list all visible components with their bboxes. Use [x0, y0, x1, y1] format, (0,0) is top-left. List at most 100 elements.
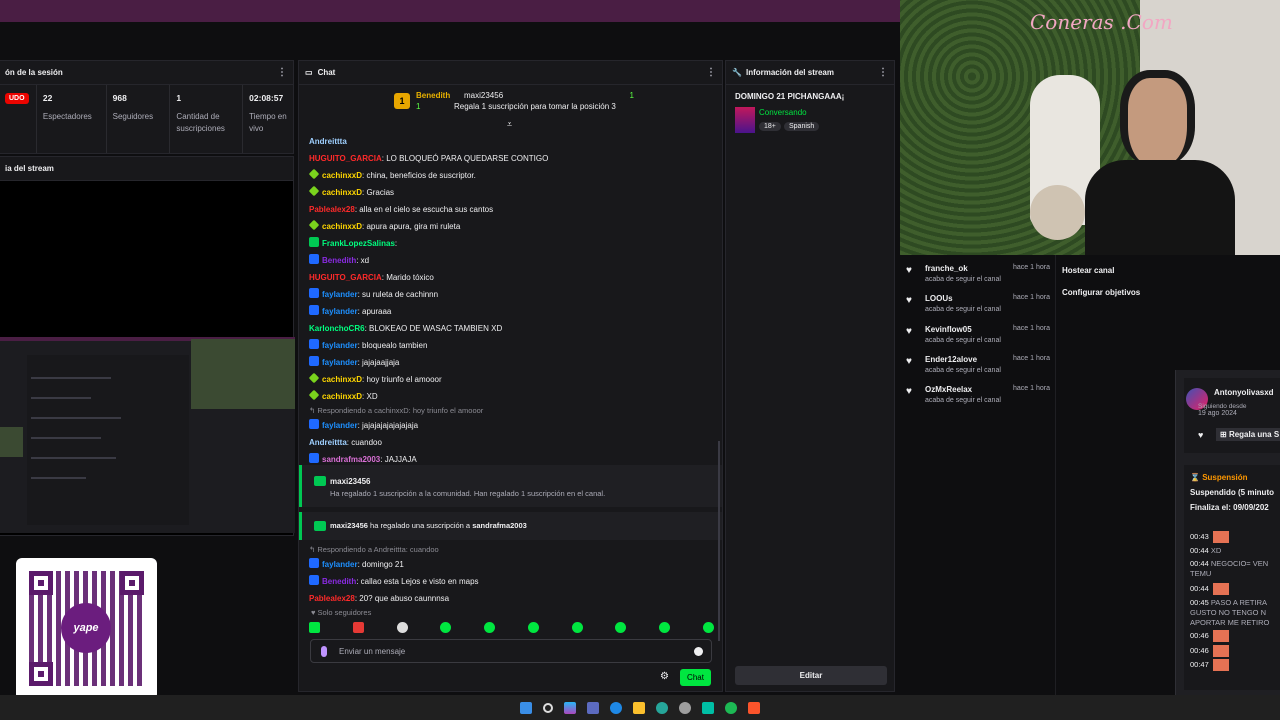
host-channel-action[interactable]: Hostear canal: [1062, 266, 1114, 275]
chat-scrollbar[interactable]: [718, 441, 720, 641]
chat-username[interactable]: cachinxxD: [322, 375, 362, 384]
gift-badge-icon[interactable]: [309, 237, 319, 247]
chrome-icon[interactable]: [656, 701, 668, 714]
send-chat-button[interactable]: Chat: [680, 669, 711, 686]
search-icon[interactable]: [543, 702, 553, 713]
chat-options-icon[interactable]: ⋮: [706, 67, 716, 78]
emote-icon[interactable]: [396, 622, 408, 633]
prime-badge-icon[interactable]: [309, 356, 319, 366]
following-since-date: 19 ago 2024: [1198, 410, 1237, 417]
chat-username[interactable]: faylander: [322, 307, 358, 316]
stream-category[interactable]: Conversando: [759, 108, 807, 117]
folder-icon[interactable]: [633, 701, 645, 714]
prime-badge-icon[interactable]: [309, 453, 319, 463]
emote-icon[interactable]: [571, 622, 583, 633]
emote-icon[interactable]: [352, 622, 364, 633]
chat-username[interactable]: faylander: [322, 560, 358, 569]
chat-username[interactable]: HUGUITO_GARCIA: [309, 273, 382, 282]
gift-sub-button[interactable]: ⊞ Regala una S: [1216, 428, 1280, 441]
mod-log-entry: 00:43: [1190, 531, 1229, 543]
follower-name[interactable]: OzMxReelax: [925, 385, 972, 394]
follower-name[interactable]: franche_ok: [925, 264, 968, 273]
follow-event[interactable]: ♥ Ender12alove hace 1 hora acaba de seguir …: [906, 351, 1050, 381]
chat-username[interactable]: Pablealex28: [309, 594, 355, 603]
tag-spanish[interactable]: Spanish: [784, 122, 820, 131]
chat-username[interactable]: faylander: [322, 341, 358, 350]
prime-badge-icon[interactable]: [309, 339, 319, 349]
emote-icon[interactable]: [309, 622, 320, 633]
emote-icon[interactable]: [527, 622, 539, 633]
emote-icon[interactable]: [702, 622, 714, 633]
copilot-icon[interactable]: [564, 701, 576, 714]
reply-context[interactable]: ↰ Respondiendo a cachinxxD: hoy triunfo …: [309, 405, 719, 417]
tag-18plus[interactable]: 18+: [759, 122, 781, 131]
chat-username[interactable]: Andreittta: [309, 438, 347, 447]
prime-badge-icon[interactable]: [309, 305, 319, 315]
sub-badge-icon[interactable]: [308, 168, 320, 180]
chat-username[interactable]: HUGUITO_GARCIA: [309, 154, 382, 163]
chat-username[interactable]: Andreittta: [309, 137, 347, 146]
obs-icon[interactable]: [679, 701, 691, 714]
emote-icon[interactable]: [440, 622, 452, 633]
chat-username[interactable]: FrankLopezSalinas: [322, 239, 395, 248]
info-options-icon[interactable]: ⋮: [878, 67, 888, 78]
more-options-icon[interactable]: ⋮: [277, 67, 287, 78]
brave-icon[interactable]: [748, 701, 760, 714]
prime-badge-icon[interactable]: [309, 558, 319, 568]
chat-username[interactable]: sandrafma2003: [322, 455, 380, 464]
sub-badge-icon[interactable]: [308, 219, 320, 231]
session-panel: ón de la sesión ⋮ UDO 22 Espectadores 96…: [0, 60, 294, 154]
expand-chevron-icon[interactable]: ⩡: [507, 119, 512, 130]
chat-username[interactable]: Benedith: [322, 577, 356, 586]
chat-input[interactable]: Enviar un mensaje: [310, 639, 712, 663]
chat-username[interactable]: faylander: [322, 421, 358, 430]
chat-username[interactable]: faylander: [322, 358, 358, 367]
sub-badge-icon[interactable]: [308, 389, 320, 401]
spotify-icon[interactable]: [725, 701, 737, 714]
emote-icon[interactable]: [484, 622, 496, 633]
prime-badge-icon[interactable]: [309, 288, 319, 298]
follow-event[interactable]: ♥ Kevinflow05 hace 1 hora acaba de seguir e…: [906, 321, 1050, 351]
sub-badge-icon[interactable]: [308, 372, 320, 384]
edit-button[interactable]: Editar: [735, 666, 887, 685]
chat-username[interactable]: cachinxxD: [322, 188, 362, 197]
follow-event[interactable]: ♥ OzMxReelax hace 1 hora acaba de seguir el…: [906, 381, 1050, 411]
sub-badge-icon[interactable]: [308, 185, 320, 197]
edge-icon[interactable]: [610, 701, 622, 714]
chat-username[interactable]: KarlonchoCR6: [309, 324, 365, 333]
windows-start-icon[interactable]: [520, 701, 532, 714]
set-goals-action[interactable]: Configurar objetivos: [1062, 288, 1140, 297]
follow-event[interactable]: ♥ franche_ok hace 1 hora acaba de seguir el…: [906, 260, 1050, 290]
chat-username[interactable]: Pablealex28: [309, 205, 355, 214]
chat-settings-icon[interactable]: ⚙: [660, 672, 670, 682]
prime-badge-icon[interactable]: [309, 419, 319, 429]
chat-username[interactable]: Benedith: [322, 256, 356, 265]
heart-icon: ♥: [906, 386, 912, 398]
follower-name[interactable]: Ender12alove: [925, 355, 977, 364]
emote-icon[interactable]: [615, 622, 627, 633]
follower-name[interactable]: LOOUs: [925, 294, 953, 303]
chat-username[interactable]: cachinxxD: [322, 222, 362, 231]
emoji-picker-icon[interactable]: [694, 647, 703, 656]
info-header: 🔧 Información del stream ⋮: [726, 61, 894, 85]
gift-leaderboard[interactable]: 1 Benedith 1 maxi23456 1 Regala 1 suscri…: [394, 89, 634, 119]
prime-badge-icon[interactable]: [309, 254, 319, 264]
teams-icon[interactable]: [587, 701, 599, 714]
stream-preview-video[interactable]: [0, 337, 295, 533]
chat-username[interactable]: faylander: [322, 290, 358, 299]
chat-username[interactable]: cachinxxD: [322, 392, 362, 401]
emote-icon[interactable]: [659, 622, 671, 633]
prime-badge-icon[interactable]: [309, 575, 319, 585]
chat-message: Pablealex28: 20? que abuso caunnnsa: [309, 590, 719, 607]
follow-event[interactable]: ♥ LOOUs hace 1 hora acaba de seguir el cana…: [906, 290, 1050, 320]
mic-icon[interactable]: [321, 646, 327, 657]
app-icon[interactable]: [702, 701, 714, 714]
chat-message: Andreittta: cuandoo: [309, 434, 719, 451]
heart-icon[interactable]: ♥: [1198, 430, 1203, 440]
suspension-heading: ⌛ Suspensión: [1190, 473, 1248, 482]
follower-name[interactable]: Kevinflow05: [925, 325, 972, 334]
card-username[interactable]: Antonyolivasxd: [1214, 388, 1274, 397]
chat-text: : JAJJAJA: [380, 455, 417, 464]
reply-context[interactable]: ↰ Respondiendo a Andreittta: cuandoo: [309, 544, 719, 556]
chat-username[interactable]: cachinxxD: [322, 171, 362, 180]
